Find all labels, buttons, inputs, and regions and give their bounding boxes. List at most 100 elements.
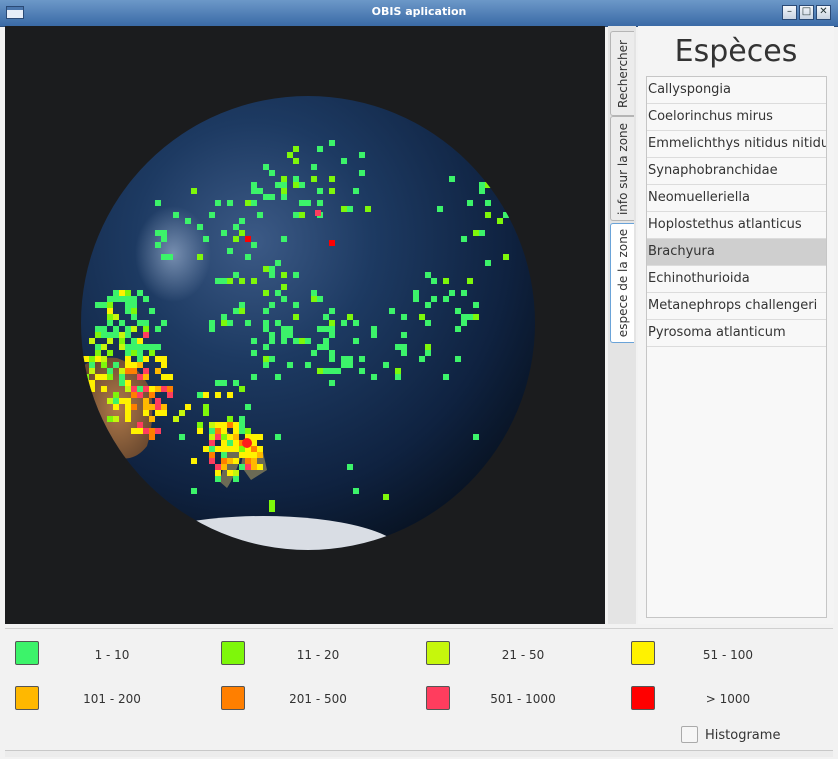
close-icon[interactable]: ✕ [816, 5, 831, 20]
heat-cell [305, 362, 311, 368]
heat-cell [257, 434, 263, 440]
heat-cell [353, 188, 359, 194]
heat-cell [203, 236, 209, 242]
heat-cell [251, 338, 257, 344]
globe-view[interactable] [5, 26, 605, 624]
heat-cell [311, 176, 317, 182]
species-item[interactable]: Neomuelleriella [647, 185, 826, 212]
heat-cell [299, 182, 305, 188]
heat-cell [227, 200, 233, 206]
species-item[interactable]: Synaphobranchidae [647, 158, 826, 185]
heat-cell [113, 296, 119, 302]
status-bar [5, 750, 833, 757]
heat-cell [203, 404, 209, 410]
species-item[interactable]: Metanephrops challengeri [647, 293, 826, 320]
species-item[interactable]: Hoplostethus atlanticus [647, 212, 826, 239]
heat-cell [257, 446, 263, 452]
tab-strip: Rechercher info sur la zone espece de la… [608, 26, 636, 624]
minimize-icon[interactable]: – [782, 5, 797, 20]
heat-cell [167, 386, 173, 392]
heat-cell [329, 356, 335, 362]
heat-cell [281, 194, 287, 200]
heat-cell [395, 368, 401, 374]
heat-cell [275, 320, 281, 326]
heat-cell [329, 188, 335, 194]
heat-cell [467, 200, 473, 206]
heat-cell [131, 302, 137, 308]
heat-cell [119, 368, 125, 374]
heat-cell [209, 212, 215, 218]
heat-cell [209, 458, 215, 464]
legend-swatch-501-1000 [426, 686, 450, 710]
heat-cell [101, 386, 107, 392]
species-item[interactable]: Pyrosoma atlanticum [647, 320, 826, 347]
heat-cell [485, 212, 491, 218]
title-bar[interactable]: OBIS aplication – □ ✕ [0, 0, 838, 27]
tab-espece-zone[interactable]: espece de la zone [610, 223, 634, 343]
heat-cell [107, 374, 113, 380]
heat-cell [323, 368, 329, 374]
maximize-icon[interactable]: □ [799, 5, 814, 20]
heat-cell [341, 320, 347, 326]
species-item[interactable]: Callyspongia [647, 77, 826, 104]
legend-label: 501 - 1000 [490, 692, 556, 706]
heat-cell [485, 170, 491, 176]
heat-cell [263, 356, 269, 362]
heat-cell [113, 392, 119, 398]
heat-cell [137, 374, 143, 380]
heat-cell [329, 380, 335, 386]
species-item-selected[interactable]: Brachyura [647, 239, 826, 266]
species-item[interactable]: Emmelichthys nitidus nitidus [647, 131, 826, 158]
heat-cell [251, 434, 257, 440]
legend-label: 1 - 10 [94, 648, 130, 662]
heat-cell [293, 182, 299, 188]
heat-cell [239, 416, 245, 422]
species-item[interactable]: Echinothurioida [647, 266, 826, 293]
heat-cell [119, 320, 125, 326]
heat-cell [83, 386, 89, 392]
heat-cell [101, 362, 107, 368]
heat-cell [101, 344, 107, 350]
heat-cell [233, 224, 239, 230]
heat-cell [107, 296, 113, 302]
heat-cell [329, 368, 335, 374]
heat-cell [329, 350, 335, 356]
heat-cell [461, 314, 467, 320]
heat-cell [269, 506, 275, 512]
heat-cell [329, 320, 335, 326]
heat-cell [143, 368, 149, 374]
heat-cell [83, 380, 89, 386]
heat-cell [149, 428, 155, 434]
heat-cell [263, 266, 269, 272]
heat-cell [203, 392, 209, 398]
heat-cell [263, 290, 269, 296]
heat-cell [341, 362, 347, 368]
heat-cell [155, 368, 161, 374]
heat-cell [299, 200, 305, 206]
heat-cell [215, 200, 221, 206]
heat-cell [233, 476, 239, 482]
globe-map[interactable] [5, 26, 605, 624]
selected-zone-marker[interactable] [242, 438, 252, 448]
species-item[interactable]: Coelorinchus mirus [647, 104, 826, 131]
heat-cell [251, 374, 257, 380]
heat-cell [269, 332, 275, 338]
heat-cell [401, 344, 407, 350]
heat-cell [89, 362, 95, 368]
heat-cell [221, 464, 227, 470]
heat-cell [245, 254, 251, 260]
heat-cell [101, 326, 107, 332]
heat-cell [125, 416, 131, 422]
heat-cell [167, 392, 173, 398]
heat-cell [269, 170, 275, 176]
tab-info-zone[interactable]: info sur la zone [610, 116, 634, 221]
heat-cell [125, 350, 131, 356]
tab-rechercher[interactable]: Rechercher [610, 31, 634, 116]
heat-cell [281, 188, 287, 194]
histogram-checkbox[interactable] [681, 726, 698, 743]
heat-cell [299, 338, 305, 344]
heat-cell [173, 212, 179, 218]
species-list[interactable]: Callyspongia Coelorinchus mirus Emmelich… [646, 76, 827, 618]
heat-cell [233, 272, 239, 278]
heat-cell [107, 332, 113, 338]
